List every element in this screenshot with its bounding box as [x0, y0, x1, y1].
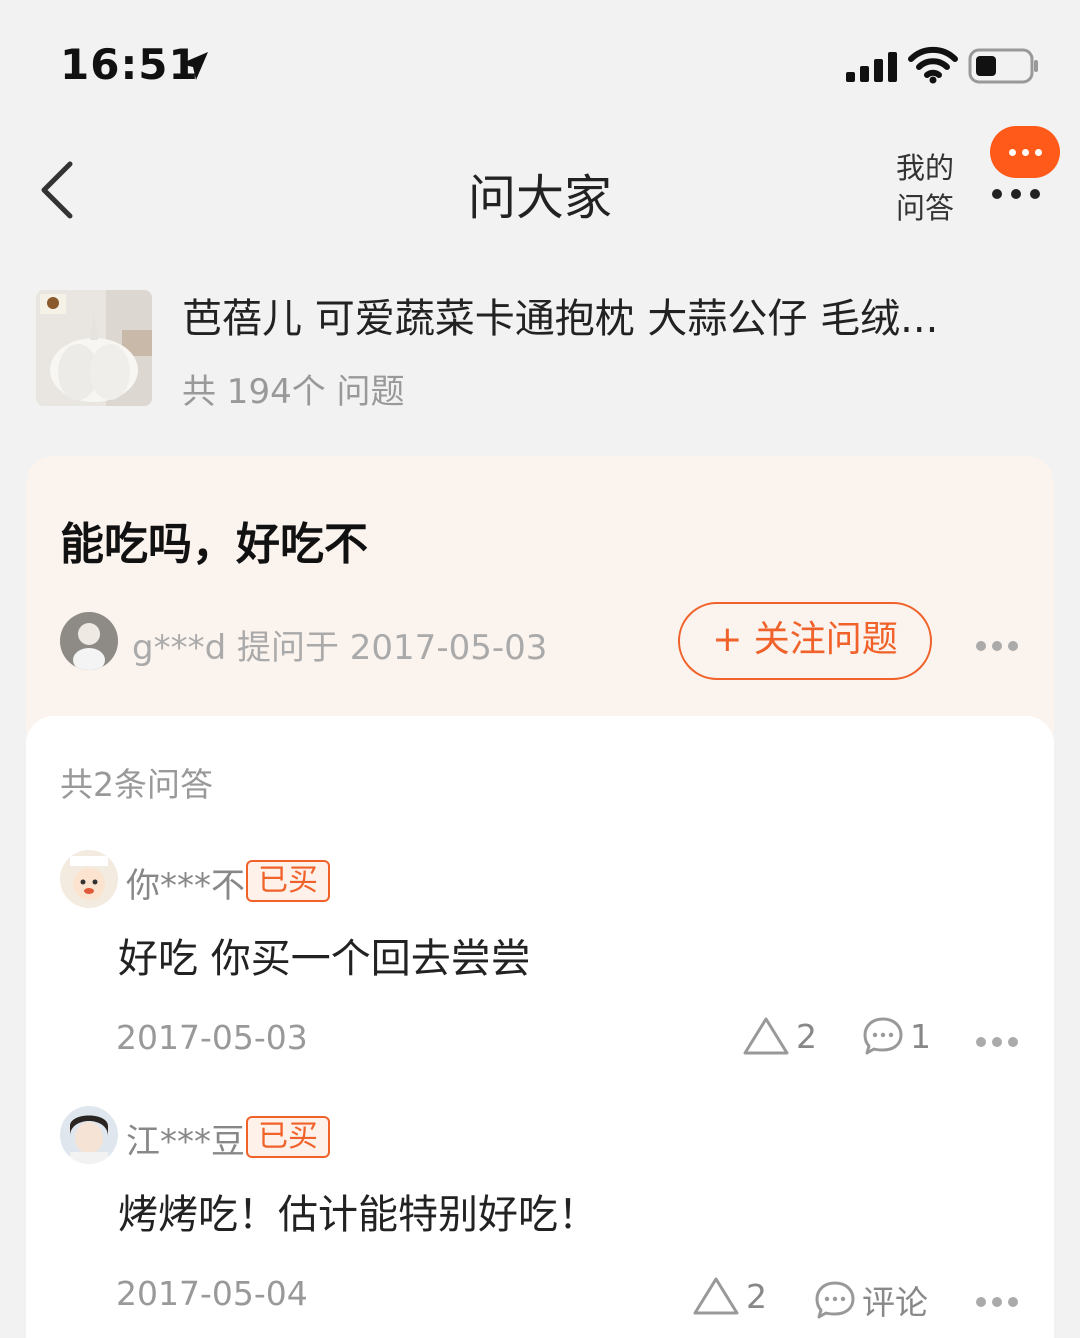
product-thumbnail[interactable]	[36, 290, 152, 406]
question-title: 能吃吗，好吃不	[60, 519, 368, 570]
asker-info: g***d 提问于 2017-05-03	[132, 620, 547, 669]
answer-date: 2017-05-03	[116, 1018, 308, 1057]
product-title[interactable]: 芭蓓儿 可爱蔬菜卡通抱枕 大蒜公仔 毛绒...	[182, 286, 1012, 344]
comment-label: 评论	[862, 1283, 928, 1322]
asker-avatar	[60, 612, 118, 670]
my-qa-label-line1: 我的	[895, 151, 954, 185]
page-title: 问大家	[467, 170, 612, 226]
my-qa-label-line2: 问答	[895, 191, 954, 225]
comment-bubble-icon	[815, 1281, 855, 1319]
answer-username: 江***豆	[126, 1122, 245, 1162]
battery-icon	[968, 48, 1038, 84]
message-bubble-icon	[990, 126, 1060, 178]
answer-avatar[interactable]	[60, 1106, 118, 1164]
question-count: 共 194个 问题	[182, 372, 405, 412]
more-dots-icon	[992, 184, 1049, 203]
comment-bubble-icon	[863, 1017, 903, 1055]
like-triangle-icon	[743, 1017, 789, 1055]
question-more-icon[interactable]	[976, 636, 1024, 655]
asker-name: g***d	[132, 628, 227, 668]
bought-badge: 已买	[246, 1116, 330, 1158]
answer-text: 好吃 你买一个回去尝尝	[118, 936, 531, 982]
answer-avatar[interactable]	[60, 850, 118, 908]
answers-count: 共2条问答	[60, 765, 213, 804]
wifi-icon	[908, 46, 958, 84]
comment-count: 1	[910, 1016, 931, 1056]
like-count: 2	[746, 1276, 767, 1316]
comment-button[interactable]: 1	[862, 1016, 931, 1056]
like-button[interactable]: 2	[692, 1276, 767, 1316]
bought-badge: 已买	[246, 860, 330, 902]
answer-more-icon[interactable]	[976, 1292, 1024, 1311]
garlic-plush-image	[36, 290, 152, 406]
my-qa-button[interactable]: 我的 问答	[888, 148, 962, 228]
like-triangle-icon	[693, 1277, 739, 1315]
location-arrow-icon	[180, 52, 208, 80]
back-arrow-icon[interactable]	[36, 158, 80, 222]
cellular-signal-icon	[846, 52, 897, 82]
like-button[interactable]: 2	[742, 1016, 817, 1056]
answer-date: 2017-05-04	[116, 1274, 308, 1313]
more-menu-button[interactable]	[984, 126, 1064, 206]
answer-text: 烤烤吃！估计能特别好吃！	[118, 1192, 598, 1238]
like-count: 2	[796, 1016, 817, 1056]
answer-more-icon[interactable]	[976, 1032, 1024, 1051]
comment-button[interactable]: 评论	[814, 1276, 928, 1324]
asked-date: 提问于 2017-05-03	[236, 628, 548, 668]
follow-question-button[interactable]: + 关注问题	[678, 602, 932, 680]
answer-username: 你***不	[126, 866, 245, 906]
